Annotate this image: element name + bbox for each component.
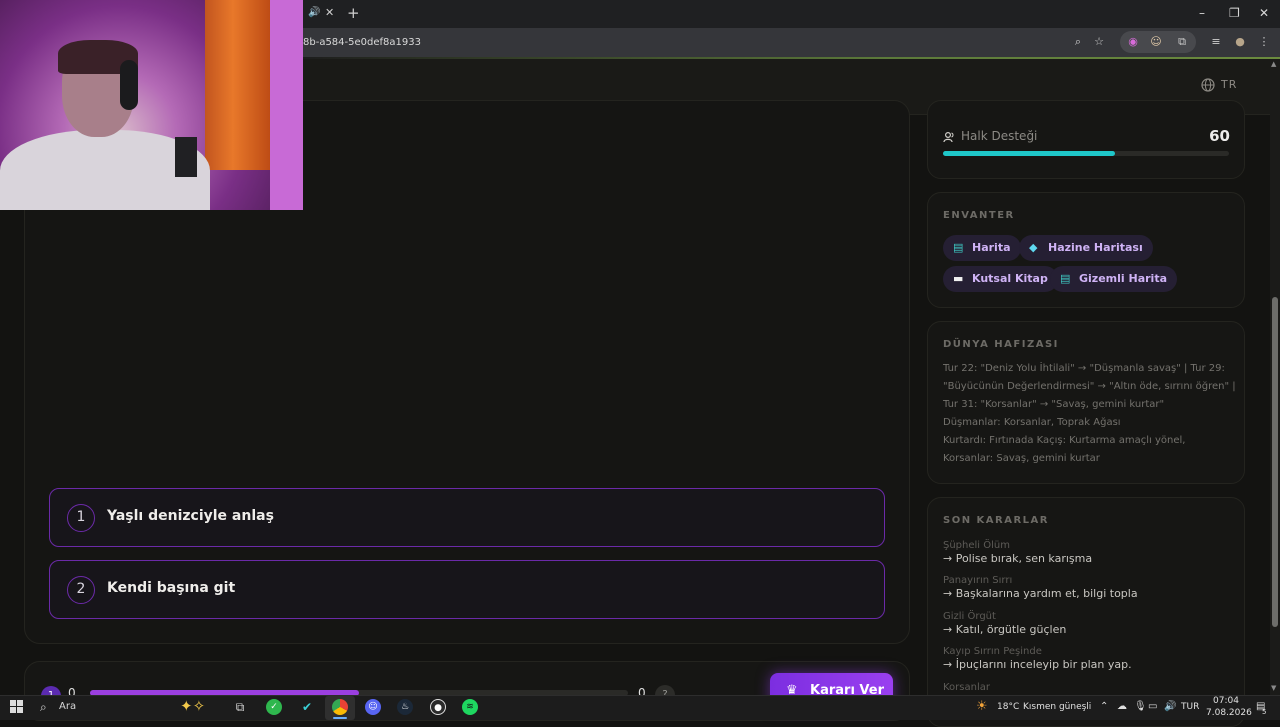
discord-icon[interactable]: ☺ [365, 699, 381, 715]
clock-date[interactable]: 7.08.2026 [1206, 708, 1252, 718]
zoom-icon[interactable]: ⌕ [1070, 34, 1086, 50]
inventory-item-label: Kutsal Kitap [972, 272, 1048, 285]
tray-cloud-icon[interactable]: ☁ [1117, 701, 1127, 712]
inventory-item[interactable]: ▬ Kutsal Kitap [943, 266, 1058, 292]
window-close-button[interactable]: ✕ [1259, 6, 1269, 20]
support-bar-track [943, 151, 1229, 156]
choice-label: Kendi başına git [107, 580, 236, 596]
decision-title: Korsanlar [943, 682, 990, 693]
clock-time[interactable]: 07:04 [1213, 696, 1239, 706]
extension-avatar-icon[interactable]: ☺ [1148, 34, 1164, 50]
active-app-indicator [333, 717, 347, 719]
obs-icon[interactable]: ● [430, 699, 446, 715]
world-memory-title: DÜNYA HAFIZASI [943, 339, 1059, 350]
windows-start-icon[interactable] [10, 700, 23, 713]
tray-chevron-icon[interactable]: ⌃ [1100, 701, 1108, 712]
taskbar-search-label[interactable]: Ara [59, 701, 76, 712]
inventory-item-label: Harita [972, 241, 1011, 254]
inventory-item-label: Gizemli Harita [1079, 272, 1167, 285]
network-icon[interactable]: ▭ [1148, 701, 1157, 712]
decision-entry: Korsanlar [943, 682, 990, 693]
memory-line: Tur 22: "Deniz Yolu İhtilali" → "Düşmanl… [943, 363, 1225, 374]
world-memory-text: Tur 22: "Deniz Yolu İhtilali" → "Düşmanl… [943, 360, 1236, 468]
app-icon[interactable]: ✔ [299, 699, 315, 715]
webcam-headset [120, 60, 138, 110]
url-text[interactable]: 8b-a584-5e0def8a1933 [303, 37, 421, 48]
choice-number: 1 [67, 504, 95, 532]
map-icon: ▤ [1060, 272, 1071, 285]
new-tab-button[interactable]: + [347, 4, 360, 22]
choice-option-2[interactable]: 2 Kendi başına git [49, 560, 885, 619]
weather-text[interactable]: Kısmen güneşli [1023, 702, 1091, 712]
volume-icon[interactable]: 🔊 [1164, 701, 1176, 712]
recent-decisions-title: SON KARARLAR [943, 515, 1049, 526]
map-icon: ▤ [953, 241, 964, 254]
weather-icon[interactable]: ☀ [976, 699, 988, 714]
app-icon[interactable]: ✓ [266, 699, 282, 715]
decision-entry: Panayırın Sırrı → Başkalarına yardım et,… [943, 575, 1138, 600]
scroll-up-arrow[interactable]: ▲ [1271, 60, 1276, 68]
notification-count: 5 [1262, 708, 1267, 716]
minimize-button[interactable]: – [1199, 6, 1205, 20]
chrome-icon[interactable] [332, 699, 348, 715]
steam-icon[interactable]: ♨ [397, 699, 413, 715]
task-view-icon[interactable]: ⧉ [232, 699, 248, 715]
decision-choice: → Polise bırak, sen karışma [943, 552, 1093, 565]
choice-label: Yaşlı denizciyle anlaş [107, 508, 274, 524]
memory-line: Düşmanlar: Korsanlar, Toprak Ağası [943, 417, 1121, 428]
decision-choice: → Başkalarına yardım et, bilgi topla [943, 587, 1138, 600]
webcam-overlay [0, 0, 303, 210]
bookmark-star-icon[interactable]: ☆ [1091, 34, 1107, 50]
decision-choice: → İpuçlarını inceleyip bir plan yap. [943, 658, 1132, 671]
support-bar-fill [943, 151, 1115, 156]
decision-entry: Kayıp Sırrın Peşinde → İpuçlarını incele… [943, 646, 1132, 671]
sparkle-icon[interactable]: ✦✧ [180, 697, 205, 715]
webcam-curtain [205, 0, 275, 170]
webcam-wall [270, 0, 303, 210]
support-label-text: Halk Desteği [961, 129, 1038, 143]
inventory-item[interactable]: ▤ Gizemli Harita [1050, 266, 1177, 292]
taskbar-search-icon[interactable]: ⌕ [40, 700, 47, 715]
decision-title: Panayırın Sırrı [943, 575, 1013, 586]
memory-line: Kurtardı: Fırtınada Kaçış: Kurtarma amaç… [943, 435, 1186, 446]
decision-title: Gizli Örgüt [943, 611, 996, 622]
support-value: 60 [1209, 127, 1230, 145]
choice-option-1[interactable]: 1 Yaşlı denizciyle anlaş [49, 488, 885, 547]
decision-entry: Şüpheli Ölüm → Polise bırak, sen karışma [943, 540, 1092, 565]
inventory-item-label: Hazine Haritası [1048, 241, 1143, 254]
memory-line: "Büyücünün Değerlendirmesi" → "Altın öde… [943, 381, 1236, 392]
inventory-item[interactable]: ▤ Harita [943, 235, 1021, 261]
gem-icon: ◆ [1029, 241, 1038, 254]
language-label: TR [1221, 78, 1238, 91]
inventory-title: ENVANTER [943, 210, 1015, 221]
restore-button[interactable]: ❐ [1229, 6, 1240, 20]
decision-entry: Gizli Örgüt → Katıl, örgütle güçlen [943, 611, 1066, 636]
tab-audio-icon[interactable]: 🔊 [308, 7, 320, 18]
tab-close-button[interactable]: ✕ [325, 6, 334, 19]
memory-line: Tur 31: "Korsanlar" → "Savaş, gemini kur… [943, 399, 1165, 410]
extensions-puzzle-icon[interactable]: ⧉ [1174, 34, 1190, 50]
extension-icon[interactable]: ◉ [1125, 34, 1141, 50]
choice-number: 2 [67, 576, 95, 604]
inventory-item[interactable]: ◆ Hazine Haritası [1019, 235, 1153, 261]
browser-menu-icon[interactable]: ⋮ [1256, 34, 1272, 50]
webcam-chair [175, 137, 197, 177]
microphone-icon[interactable]: 🎙 [1134, 701, 1147, 712]
keyboard-language[interactable]: TUR [1181, 702, 1199, 712]
weather-temp[interactable]: 18°C [997, 702, 1019, 712]
memory-line: Korsanlar: Savaş, gemini kurtar [943, 453, 1100, 464]
reading-list-icon[interactable]: ≡ [1208, 34, 1224, 50]
spotify-icon[interactable]: ≋ [462, 699, 478, 715]
globe-icon [1201, 78, 1215, 92]
decision-title: Şüpheli Ölüm [943, 540, 1010, 551]
people-icon [943, 131, 954, 142]
scroll-down-arrow[interactable]: ▼ [1271, 684, 1276, 692]
decision-choice: → Katıl, örgütle güçlen [943, 623, 1067, 636]
book-icon: ▬ [953, 272, 964, 285]
profile-avatar-icon[interactable]: ● [1232, 34, 1248, 50]
scrollbar-thumb[interactable] [1272, 297, 1278, 627]
language-switcher[interactable]: TR [1201, 78, 1237, 92]
support-label: Halk Desteği [943, 129, 1037, 143]
decision-title: Kayıp Sırrın Peşinde [943, 646, 1042, 657]
